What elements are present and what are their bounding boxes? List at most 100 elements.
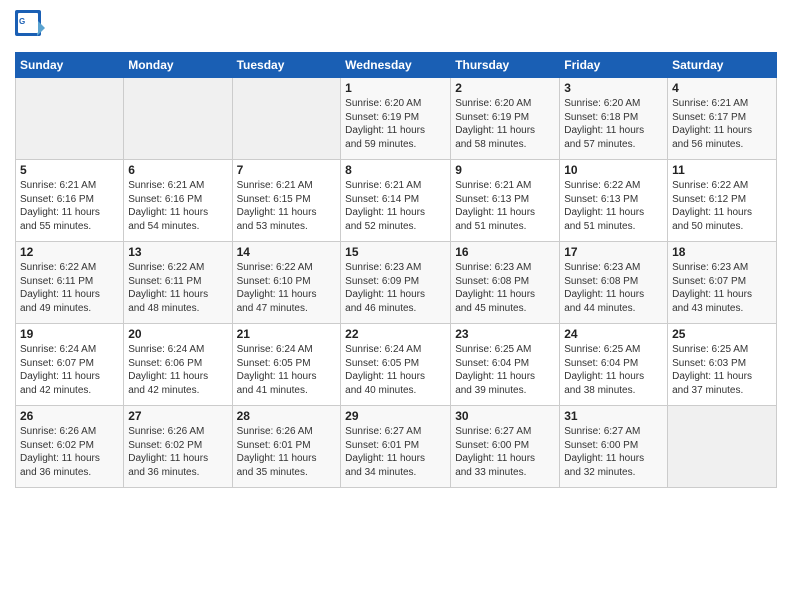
day-info: Sunrise: 6:26 AM Sunset: 6:02 PM Dayligh… bbox=[128, 425, 227, 479]
calendar-cell: 9 Sunrise: 6:21 AM Sunset: 6:13 PM Daylig… bbox=[451, 160, 560, 242]
weekday-row: SundayMondayTuesdayWednesdayThursdayFrid… bbox=[16, 53, 777, 78]
day-info: Sunrise: 6:24 AM Sunset: 6:05 PM Dayligh… bbox=[237, 343, 337, 397]
calendar-cell: 17 Sunrise: 6:23 AM Sunset: 6:08 PM Dayli… bbox=[560, 242, 668, 324]
day-info: Sunrise: 6:27 AM Sunset: 6:00 PM Dayligh… bbox=[564, 425, 663, 479]
day-number: 2 bbox=[455, 81, 555, 95]
day-info: Sunrise: 6:23 AM Sunset: 6:08 PM Dayligh… bbox=[564, 261, 663, 315]
day-info: Sunrise: 6:27 AM Sunset: 6:01 PM Dayligh… bbox=[345, 425, 446, 479]
calendar-cell: 26 Sunrise: 6:26 AM Sunset: 6:02 PM Dayli… bbox=[16, 406, 124, 488]
day-info: Sunrise: 6:25 AM Sunset: 6:04 PM Dayligh… bbox=[564, 343, 663, 397]
calendar-cell: 2 Sunrise: 6:20 AM Sunset: 6:19 PM Daylig… bbox=[451, 78, 560, 160]
logo-icon: G bbox=[15, 10, 45, 44]
day-number: 27 bbox=[128, 409, 227, 423]
day-info: Sunrise: 6:21 AM Sunset: 6:15 PM Dayligh… bbox=[237, 179, 337, 233]
day-info: Sunrise: 6:26 AM Sunset: 6:02 PM Dayligh… bbox=[20, 425, 119, 479]
calendar-cell bbox=[124, 78, 232, 160]
calendar-week-row: 1 Sunrise: 6:20 AM Sunset: 6:19 PM Daylig… bbox=[16, 78, 777, 160]
calendar-cell: 27 Sunrise: 6:26 AM Sunset: 6:02 PM Dayli… bbox=[124, 406, 232, 488]
weekday-header: Tuesday bbox=[232, 53, 341, 78]
day-number: 9 bbox=[455, 163, 555, 177]
calendar-cell: 30Sunrise: 6:27 AM Sunset: 6:00 PM Dayli… bbox=[451, 406, 560, 488]
day-number: 24 bbox=[564, 327, 663, 341]
day-info: Sunrise: 6:25 AM Sunset: 6:03 PM Dayligh… bbox=[672, 343, 772, 397]
day-number: 31 bbox=[564, 409, 663, 423]
day-info: Sunrise: 6:20 AM Sunset: 6:18 PM Dayligh… bbox=[564, 97, 663, 151]
calendar-cell: 12Sunrise: 6:22 AM Sunset: 6:11 PM Dayli… bbox=[16, 242, 124, 324]
calendar-cell: 8 Sunrise: 6:21 AM Sunset: 6:14 PM Daylig… bbox=[341, 160, 451, 242]
calendar-cell: 7 Sunrise: 6:21 AM Sunset: 6:15 PM Daylig… bbox=[232, 160, 341, 242]
day-number: 13 bbox=[128, 245, 227, 259]
calendar: SundayMondayTuesdayWednesdayThursdayFrid… bbox=[15, 52, 777, 488]
day-number: 3 bbox=[564, 81, 663, 95]
calendar-cell: 31 Sunrise: 6:27 AM Sunset: 6:00 PM Dayli… bbox=[560, 406, 668, 488]
calendar-cell: 14 Sunrise: 6:22 AM Sunset: 6:10 PM Dayli… bbox=[232, 242, 341, 324]
calendar-week-row: 5 Sunrise: 6:21 AM Sunset: 6:16 PM Daylig… bbox=[16, 160, 777, 242]
day-number: 26 bbox=[20, 409, 119, 423]
calendar-cell bbox=[232, 78, 341, 160]
day-info: Sunrise: 6:21 AM Sunset: 6:17 PM Dayligh… bbox=[672, 97, 772, 151]
weekday-header: Wednesday bbox=[341, 53, 451, 78]
calendar-week-row: 26 Sunrise: 6:26 AM Sunset: 6:02 PM Dayli… bbox=[16, 406, 777, 488]
day-number: 15 bbox=[345, 245, 446, 259]
day-number: 5 bbox=[20, 163, 119, 177]
day-number: 14 bbox=[237, 245, 337, 259]
weekday-header: Saturday bbox=[668, 53, 777, 78]
day-number: 17 bbox=[564, 245, 663, 259]
calendar-cell: 15 Sunrise: 6:23 AM Sunset: 6:09 PM Dayli… bbox=[341, 242, 451, 324]
calendar-cell: 21 Sunrise: 6:24 AM Sunset: 6:05 PM Dayli… bbox=[232, 324, 341, 406]
calendar-cell: 16 Sunrise: 6:23 AM Sunset: 6:08 PM Dayli… bbox=[451, 242, 560, 324]
logo: G bbox=[15, 10, 49, 44]
day-number: 28 bbox=[237, 409, 337, 423]
day-info: Sunrise: 6:23 AM Sunset: 6:08 PM Dayligh… bbox=[455, 261, 555, 315]
day-info: Sunrise: 6:20 AM Sunset: 6:19 PM Dayligh… bbox=[455, 97, 555, 151]
day-number: 21 bbox=[237, 327, 337, 341]
day-number: 18 bbox=[672, 245, 772, 259]
day-number: 30 bbox=[455, 409, 555, 423]
day-number: 23 bbox=[455, 327, 555, 341]
header: G bbox=[15, 10, 777, 44]
day-info: Sunrise: 6:21 AM Sunset: 6:14 PM Dayligh… bbox=[345, 179, 446, 233]
day-info: Sunrise: 6:24 AM Sunset: 6:05 PM Dayligh… bbox=[345, 343, 446, 397]
day-info: Sunrise: 6:21 AM Sunset: 6:13 PM Dayligh… bbox=[455, 179, 555, 233]
calendar-cell: 1Sunrise: 6:20 AM Sunset: 6:19 PM Daylig… bbox=[341, 78, 451, 160]
calendar-cell: 3 Sunrise: 6:20 AM Sunset: 6:18 PM Daylig… bbox=[560, 78, 668, 160]
calendar-week-row: 12Sunrise: 6:22 AM Sunset: 6:11 PM Dayli… bbox=[16, 242, 777, 324]
calendar-cell: 20Sunrise: 6:24 AM Sunset: 6:06 PM Dayli… bbox=[124, 324, 232, 406]
day-info: Sunrise: 6:22 AM Sunset: 6:11 PM Dayligh… bbox=[20, 261, 119, 315]
day-info: Sunrise: 6:22 AM Sunset: 6:11 PM Dayligh… bbox=[128, 261, 227, 315]
day-number: 7 bbox=[237, 163, 337, 177]
day-number: 22 bbox=[345, 327, 446, 341]
calendar-cell: 4Sunrise: 6:21 AM Sunset: 6:17 PM Daylig… bbox=[668, 78, 777, 160]
day-number: 29 bbox=[345, 409, 446, 423]
calendar-cell: 10Sunrise: 6:22 AM Sunset: 6:13 PM Dayli… bbox=[560, 160, 668, 242]
calendar-cell: 24 Sunrise: 6:25 AM Sunset: 6:04 PM Dayli… bbox=[560, 324, 668, 406]
day-info: Sunrise: 6:23 AM Sunset: 6:09 PM Dayligh… bbox=[345, 261, 446, 315]
day-info: Sunrise: 6:26 AM Sunset: 6:01 PM Dayligh… bbox=[237, 425, 337, 479]
svg-text:G: G bbox=[19, 17, 25, 26]
calendar-cell: 6Sunrise: 6:21 AM Sunset: 6:16 PM Daylig… bbox=[124, 160, 232, 242]
calendar-cell: 22 Sunrise: 6:24 AM Sunset: 6:05 PM Dayli… bbox=[341, 324, 451, 406]
day-info: Sunrise: 6:22 AM Sunset: 6:10 PM Dayligh… bbox=[237, 261, 337, 315]
calendar-week-row: 19 Sunrise: 6:24 AM Sunset: 6:07 PM Dayli… bbox=[16, 324, 777, 406]
calendar-cell: 13 Sunrise: 6:22 AM Sunset: 6:11 PM Dayli… bbox=[124, 242, 232, 324]
calendar-header: SundayMondayTuesdayWednesdayThursdayFrid… bbox=[16, 53, 777, 78]
day-number: 16 bbox=[455, 245, 555, 259]
day-number: 11 bbox=[672, 163, 772, 177]
calendar-cell: 11 Sunrise: 6:22 AM Sunset: 6:12 PM Dayli… bbox=[668, 160, 777, 242]
day-number: 1 bbox=[345, 81, 446, 95]
day-number: 8 bbox=[345, 163, 446, 177]
calendar-cell: 23 Sunrise: 6:25 AM Sunset: 6:04 PM Dayli… bbox=[451, 324, 560, 406]
day-info: Sunrise: 6:22 AM Sunset: 6:12 PM Dayligh… bbox=[672, 179, 772, 233]
day-info: Sunrise: 6:24 AM Sunset: 6:07 PM Dayligh… bbox=[20, 343, 119, 397]
calendar-cell bbox=[16, 78, 124, 160]
day-info: Sunrise: 6:23 AM Sunset: 6:07 PM Dayligh… bbox=[672, 261, 772, 315]
day-info: Sunrise: 6:25 AM Sunset: 6:04 PM Dayligh… bbox=[455, 343, 555, 397]
calendar-body: 1 Sunrise: 6:20 AM Sunset: 6:19 PM Daylig… bbox=[16, 78, 777, 488]
day-number: 19 bbox=[20, 327, 119, 341]
calendar-cell: 19 Sunrise: 6:24 AM Sunset: 6:07 PM Dayli… bbox=[16, 324, 124, 406]
page: G SundayMondayTuesdayWednesdayThursdayFr… bbox=[0, 0, 792, 612]
calendar-cell: 28 Sunrise: 6:26 AM Sunset: 6:01 PM Dayli… bbox=[232, 406, 341, 488]
calendar-cell: 18 Sunrise: 6:23 AM Sunset: 6:07 PM Dayli… bbox=[668, 242, 777, 324]
day-number: 10 bbox=[564, 163, 663, 177]
day-info: Sunrise: 6:21 AM Sunset: 6:16 PM Dayligh… bbox=[128, 179, 227, 233]
